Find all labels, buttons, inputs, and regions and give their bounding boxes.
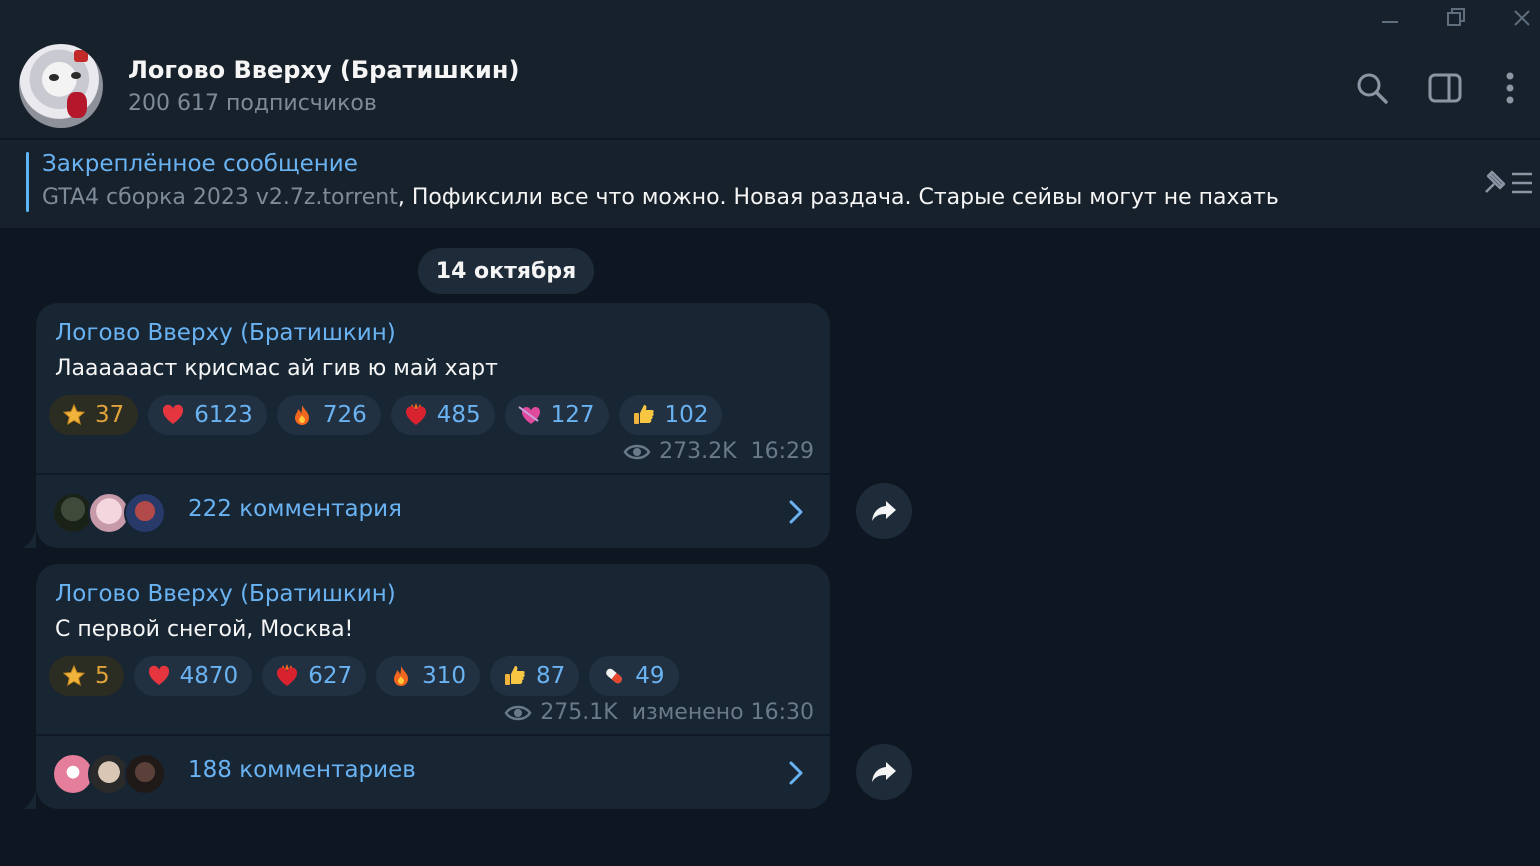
heart-icon [160,402,186,428]
avatar-mark [74,50,88,62]
reaction-thumbs-up[interactable]: 87 [490,656,580,696]
close-icon[interactable] [1494,0,1540,36]
reactions-row: 5 4870 627 310 87 49 [49,656,679,696]
message-meta: 273.2K 16:29 [623,439,814,464]
avatar-mouth [67,92,87,118]
search-icon[interactable] [1352,68,1392,108]
reaction-star[interactable]: 5 [49,656,124,696]
comments-button[interactable]: 222 комментария [36,476,830,548]
avatar-eye [71,72,81,79]
chevron-right-icon [789,761,803,785]
restore-icon[interactable] [1428,0,1484,36]
avatar [124,753,166,795]
reaction-heart-on-fire[interactable]: 485 [390,395,495,435]
reaction-heart[interactable]: 4870 [133,656,253,696]
message-text: С первой снегой, Москва! [55,617,354,642]
message-author[interactable]: Логово Вверху (Братишкин) [55,320,396,346]
chat-header[interactable]: Логово Вверху (Братишкин) 200 617 подпис… [0,38,1540,138]
commenter-avatars [52,753,172,795]
comments-count: 188 комментариев [188,757,416,783]
reaction-fire[interactable]: 726 [276,395,381,435]
more-vertical-icon[interactable] [1490,68,1530,108]
sidebar-toggle-icon[interactable] [1425,68,1465,108]
reaction-star[interactable]: 37 [49,395,139,435]
reaction-count: 485 [436,402,481,428]
reaction-heart-with-arrow[interactable]: 127 [504,395,609,435]
minimize-icon[interactable] [1362,0,1418,36]
heart-on-fire-icon [403,402,429,428]
pinned-accent-bar [26,152,29,212]
share-arrow-icon [872,762,896,782]
comments-button[interactable]: 188 комментариев [36,737,830,809]
pinned-text: , Пофиксили все что можно. Новая раздача… [397,185,1279,210]
reaction-pill[interactable]: 49 [589,656,679,696]
fire-icon [289,402,315,428]
reaction-count: 5 [95,663,110,689]
message-time: изменено 16:30 [631,700,814,725]
message-bubble[interactable]: Логово Вверху (Братишкин) С первой снего… [22,564,830,809]
view-count: 275.1K [540,700,618,725]
view-count: 273.2K [659,439,737,464]
commenter-avatars [52,492,172,534]
thumbs-up-icon [631,402,657,428]
window-titlebar [0,0,1540,38]
reaction-count: 4870 [179,663,239,689]
fire-icon [388,663,414,689]
star-icon [61,663,87,689]
reaction-count: 37 [95,402,125,428]
reaction-fire[interactable]: 310 [376,656,480,696]
comments-divider [36,473,830,475]
reaction-count: 87 [536,663,566,689]
pinned-list-icon[interactable] [1480,166,1536,200]
message-bubble[interactable]: Логово Вверху (Братишкин) Лааааааст крис… [22,303,830,548]
reaction-count: 6123 [194,402,253,428]
comments-count: 222 комментария [188,496,402,522]
reaction-thumbs-up[interactable]: 102 [618,395,723,435]
message-meta: 275.1K изменено 16:30 [504,700,814,725]
share-button[interactable] [856,483,912,539]
views-icon [623,444,651,459]
reactions-row: 37 6123 726 485 127 102 [49,395,723,435]
comments-divider [36,734,830,736]
reaction-count: 627 [308,663,353,689]
heart-icon [146,663,172,689]
reaction-count: 102 [664,402,709,428]
message-text: Лааааааст крисмас ай гив ю май харт [55,356,498,381]
reaction-count: 49 [635,663,665,689]
channel-title[interactable]: Логово Вверху (Братишкин) [128,56,519,84]
date-separator: 14 октября [418,248,594,294]
reaction-count: 127 [550,402,595,428]
pinned-preview: GTA4 сборка 2023 v2.7z.torrent, Пофиксил… [42,185,1279,210]
reaction-heart[interactable]: 6123 [148,395,267,435]
subscriber-count: 200 617 подписчиков [128,91,377,116]
pinned-title: Закреплённое сообщение [42,151,358,177]
chevron-right-icon [789,500,803,524]
share-button[interactable] [856,744,912,800]
pinned-message-bar[interactable]: Закреплённое сообщение GTA4 сборка 2023 … [0,140,1540,228]
pinned-file-name: GTA4 сборка 2023 v2.7z.torrent [42,185,398,210]
thumbs-up-icon [502,663,528,689]
avatar-eye [49,74,59,81]
share-arrow-icon [872,501,896,521]
message-time: 16:29 [750,439,814,464]
avatar [124,492,166,534]
message-author[interactable]: Логово Вверху (Братишкин) [55,581,396,607]
pill-icon [601,663,627,689]
heart-on-fire-icon [274,663,300,689]
reaction-count: 726 [322,402,367,428]
views-icon [504,705,532,720]
channel-avatar[interactable] [19,44,103,128]
star-icon [61,402,87,428]
reaction-count: 310 [422,663,466,689]
reaction-heart-on-fire[interactable]: 627 [262,656,367,696]
heart-with-arrow-icon [517,402,543,428]
